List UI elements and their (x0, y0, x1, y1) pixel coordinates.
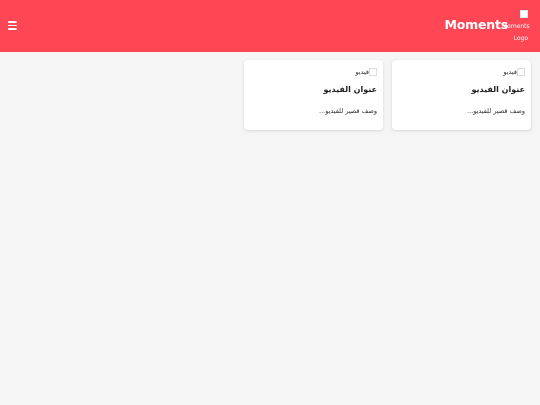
video-card[interactable]: فيديو عنوان الفيديو وصف قصير للفيديو... (392, 60, 531, 130)
hamburger-menu-icon[interactable] (8, 19, 17, 32)
video-thumbnail[interactable]: فيديو (355, 67, 377, 77)
thumbnail-alt-text: فيديو (355, 68, 369, 76)
brand-logo[interactable]: Moments Logo (502, 9, 530, 42)
logo-alt-text: Moments Logo (502, 23, 530, 42)
brand-name[interactable]: Moments (445, 17, 509, 33)
broken-image-icon (517, 68, 525, 76)
thumbnail-alt-text: فيديو (503, 68, 517, 76)
broken-image-icon (369, 68, 377, 76)
video-description: وصف قصير للفيديو... (319, 107, 377, 115)
video-title[interactable]: عنوان الفيديو (471, 85, 525, 94)
broken-image-icon (520, 10, 528, 18)
video-title[interactable]: عنوان الفيديو (323, 85, 377, 94)
video-card[interactable]: فيديو عنوان الفيديو وصف قصير للفيديو... (244, 60, 383, 130)
video-description: وصف قصير للفيديو... (467, 107, 525, 115)
video-thumbnail[interactable]: فيديو (503, 67, 525, 77)
app-header: Moments Moments Logo (0, 0, 540, 52)
